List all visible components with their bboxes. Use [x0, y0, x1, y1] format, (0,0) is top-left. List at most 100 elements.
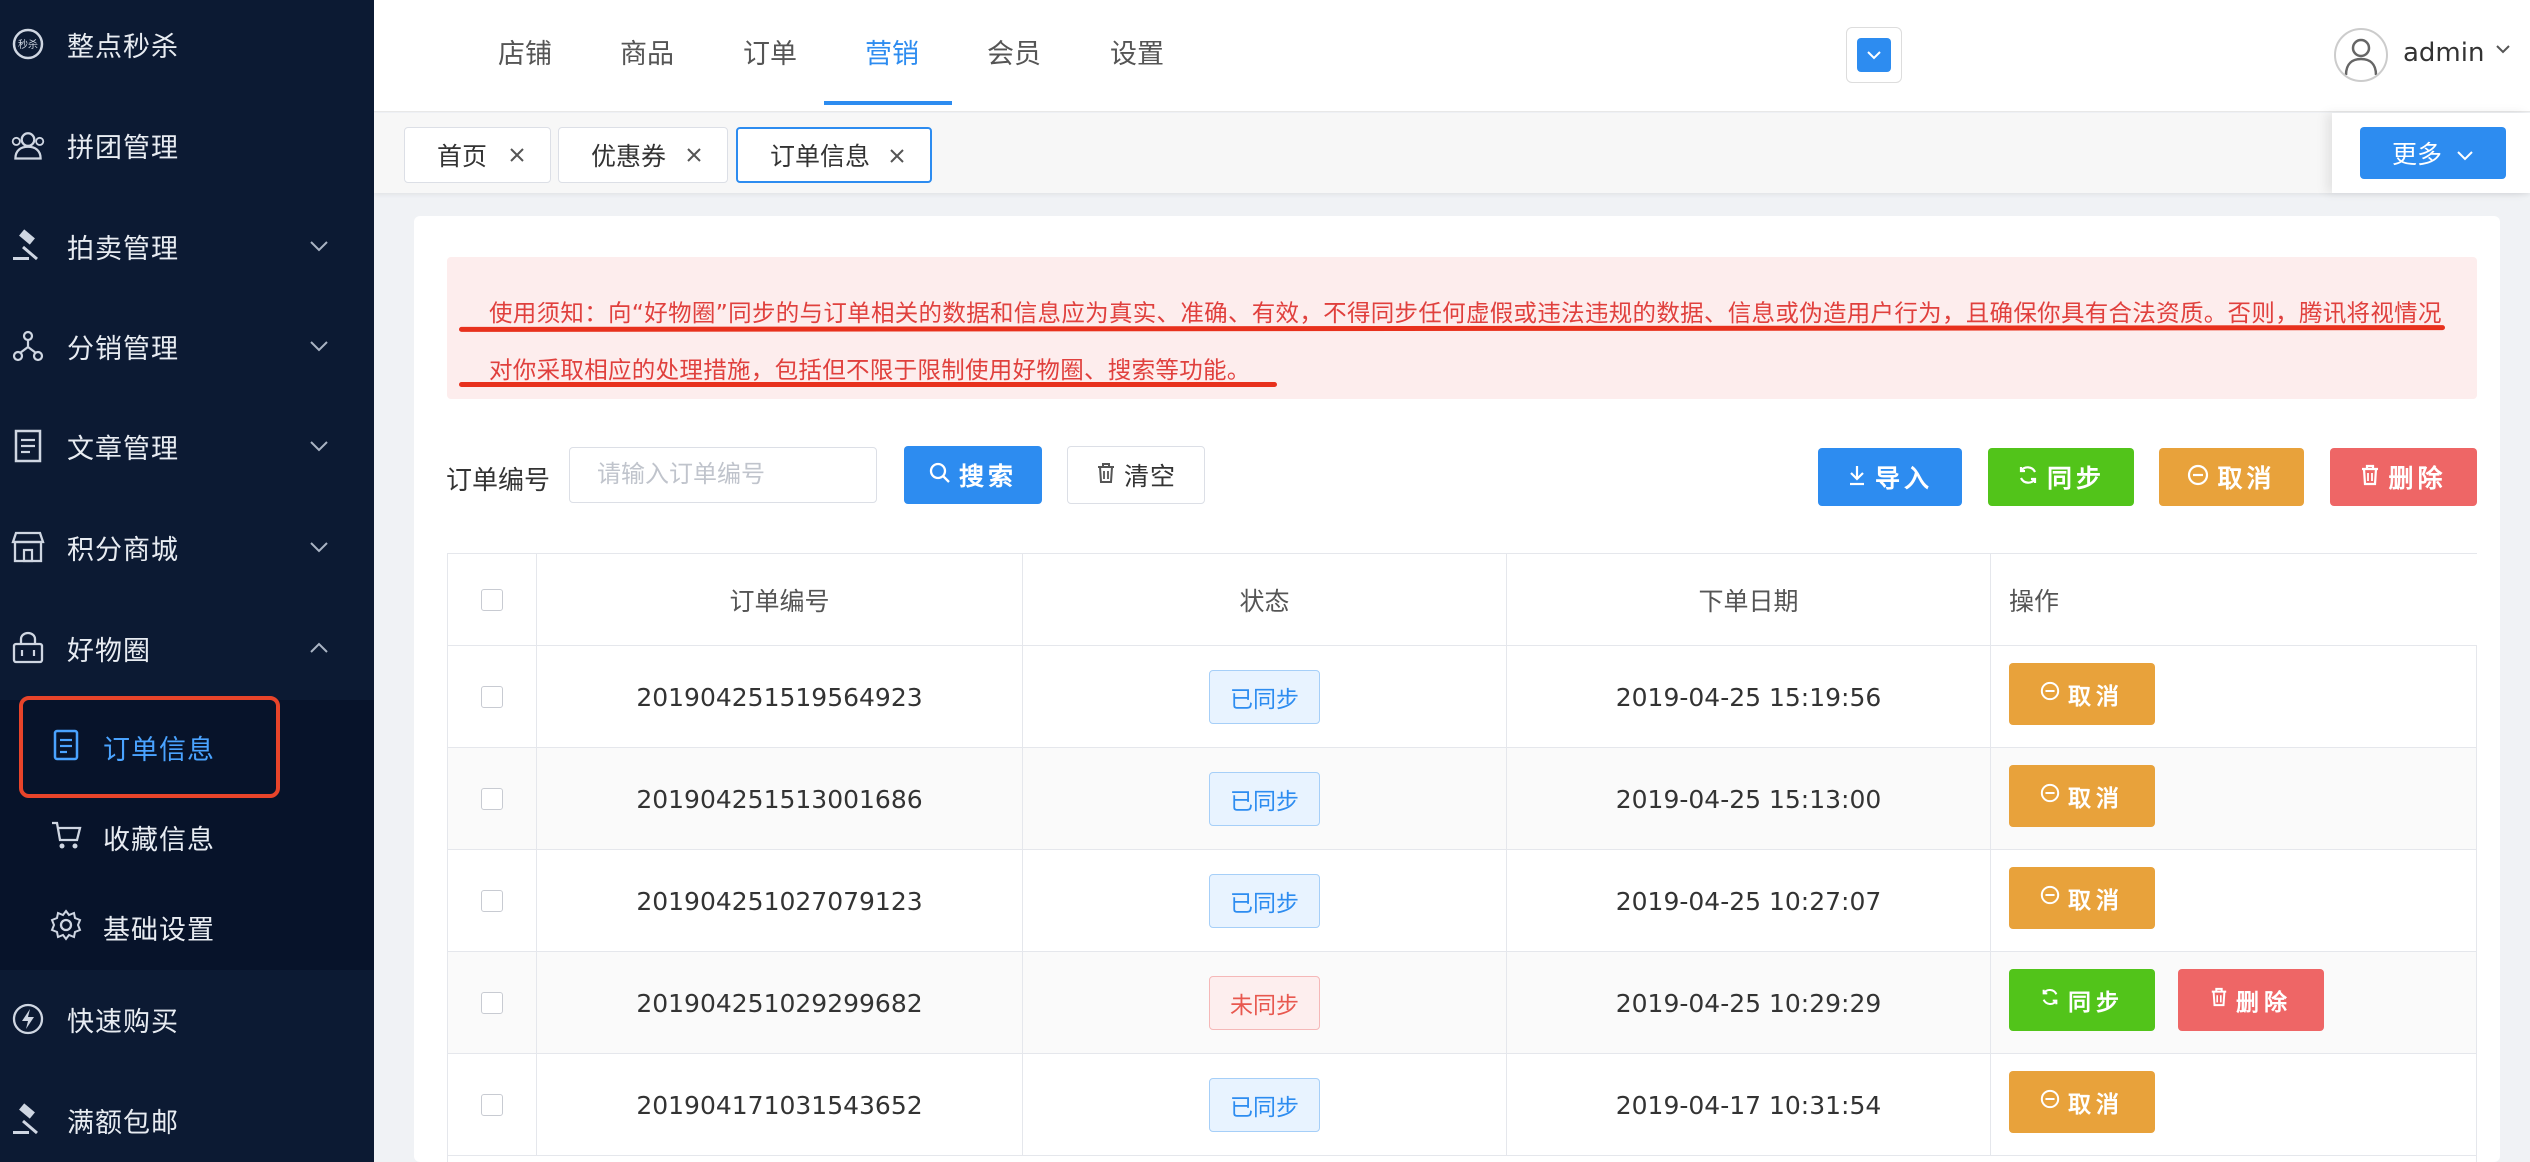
row-cancel-button[interactable]: 取消 — [2009, 765, 2155, 827]
annotation-underline — [459, 382, 1277, 387]
cancel-button-label: 取消 — [2217, 464, 2276, 493]
row-checkbox[interactable] — [481, 890, 503, 912]
trash-icon — [2210, 987, 2228, 1013]
minus-circle-icon — [2040, 783, 2060, 809]
column-header: 订单编号 — [537, 554, 1023, 646]
order-number: 201904251513001686 — [537, 748, 1023, 850]
operations-cell: 同步 删除 — [1991, 952, 2476, 1054]
sidebar-item-flash-sale[interactable]: 秒杀 整点秒杀 — [0, 0, 374, 94]
page-tab-label: 订单信息 — [770, 142, 871, 171]
operations-cell: 取消 — [1991, 850, 2476, 952]
order-date: 2019-04-25 10:27:07 — [1507, 850, 1991, 952]
search-icon — [929, 461, 951, 490]
sidebar-item-label: 拍卖管理 — [67, 233, 179, 265]
refresh-icon — [2040, 987, 2060, 1013]
active-tab-indicator — [824, 101, 952, 105]
delete-button-label: 删除 — [2388, 464, 2447, 493]
import-button[interactable]: 导入 — [1818, 448, 1962, 506]
sidebar-item-group-buy[interactable]: 拼团管理 — [0, 95, 374, 195]
sidebar-item-distribution[interactable]: 分销管理 — [0, 296, 374, 396]
status-badge: 已同步 — [1209, 772, 1320, 826]
clear-button[interactable]: 清空 — [1067, 446, 1205, 504]
nav-tab-settings[interactable]: 设置 — [1110, 32, 1164, 71]
more-button[interactable]: 更多 — [2360, 127, 2506, 179]
sidebar-item-haowuquan[interactable]: 好物圈 — [0, 598, 374, 698]
close-icon[interactable] — [504, 142, 530, 168]
svg-text:秒杀: 秒杀 — [18, 38, 38, 51]
row-cancel-button[interactable]: 取消 — [2009, 1071, 2155, 1133]
close-icon[interactable] — [884, 143, 910, 169]
user-name[interactable]: admin — [2403, 38, 2484, 68]
basket-icon — [10, 630, 46, 666]
import-button-label: 导入 — [1874, 464, 1933, 493]
cancel-button[interactable]: 取消 — [2159, 448, 2304, 506]
row-cancel-button[interactable]: 取消 — [2009, 663, 2155, 725]
minus-circle-icon — [2040, 1089, 2060, 1115]
row-checkbox[interactable] — [481, 992, 503, 1014]
sync-button[interactable]: 同步 — [1988, 448, 2134, 506]
order-no-input[interactable] — [569, 447, 877, 503]
order-no-label: 订单编号 — [446, 466, 551, 496]
order-date: 2019-04-25 10:29:29 — [1507, 952, 1991, 1054]
operations-cell: 取消 — [1991, 1054, 2476, 1156]
sidebar: 秒杀 整点秒杀 拼团管理 拍卖管理 分销管理 文章管理 积分商城 好物圈 订单信… — [0, 0, 374, 1162]
nav-tab-marketing[interactable]: 营销 — [865, 32, 919, 71]
chevron-down-icon — [1857, 38, 1891, 72]
page-tab-label: 首页 — [437, 142, 488, 171]
row-checkbox[interactable] — [481, 686, 503, 708]
highlight-box — [19, 696, 280, 798]
order-number: 201904251027079123 — [537, 850, 1023, 952]
table-row: 201904251027079123 已同步 2019-04-25 10:27:… — [448, 850, 2476, 952]
row-cancel-button[interactable]: 取消 — [2009, 867, 2155, 929]
row-button-label: 取消 — [2068, 786, 2124, 812]
order-number: 201904251029299682 — [537, 952, 1023, 1054]
gear-icon — [48, 907, 84, 943]
search-button[interactable]: 搜索 — [904, 446, 1042, 504]
download-icon — [1847, 463, 1867, 492]
chevron-down-icon[interactable] — [2494, 40, 2512, 62]
trash-icon — [1096, 461, 1116, 490]
article-icon — [10, 428, 46, 464]
avatar[interactable] — [2334, 28, 2388, 82]
page-tab-order-info[interactable]: 订单信息 — [736, 127, 932, 183]
sidebar-item-label: 分销管理 — [67, 333, 179, 365]
sidebar-item-points-mall[interactable]: 积分商城 — [0, 497, 374, 597]
page-tab-home[interactable]: 首页 — [404, 127, 551, 183]
flash-sale-icon: 秒杀 — [10, 26, 46, 62]
order-date: 2019-04-25 15:19:56 — [1507, 646, 1991, 748]
clear-button-label: 清空 — [1123, 462, 1176, 491]
order-date: 2019-04-17 10:31:54 — [1507, 1054, 1991, 1156]
nav-tab-members[interactable]: 会员 — [987, 32, 1041, 71]
row-button-label: 取消 — [2068, 1092, 2124, 1118]
nav-tab-shop[interactable]: 店铺 — [498, 32, 552, 71]
row-checkbox[interactable] — [481, 788, 503, 810]
hammer-icon — [10, 1102, 46, 1138]
theme-select[interactable] — [1846, 27, 1902, 83]
sidebar-item-label: 好物圈 — [67, 635, 151, 667]
nav-tab-orders[interactable]: 订单 — [743, 32, 797, 71]
delete-button[interactable]: 删除 — [2330, 448, 2477, 506]
table-row: 201904251513001686 已同步 2019-04-25 15:13:… — [448, 748, 2476, 850]
page-tab-coupons[interactable]: 优惠券 — [558, 127, 728, 183]
close-icon[interactable] — [681, 142, 707, 168]
sidebar-item-quick-buy[interactable]: 快速购买 — [0, 969, 374, 1069]
row-delete-button[interactable]: 删除 — [2178, 969, 2324, 1031]
network-icon — [10, 328, 46, 364]
table-row: 201904171031543652 已同步 2019-04-17 10:31:… — [448, 1054, 2476, 1156]
sidebar-subitem-label: 收藏信息 — [103, 825, 215, 856]
page-tab-label: 优惠券 — [591, 142, 667, 171]
group-icon — [10, 127, 46, 163]
sidebar-item-articles[interactable]: 文章管理 — [0, 396, 374, 496]
status-badge: 未同步 — [1209, 976, 1320, 1030]
select-all-checkbox[interactable] — [481, 588, 503, 611]
minus-circle-icon — [2187, 463, 2209, 492]
sidebar-item-auction[interactable]: 拍卖管理 — [0, 196, 374, 296]
status-badge: 已同步 — [1209, 874, 1320, 928]
page-tabs-bar: 首页 优惠券 订单信息 — [374, 113, 2530, 193]
sidebar-item-free-shipping[interactable]: 满额包邮 — [0, 1070, 374, 1162]
sidebar-subitem-favorites[interactable]: 收藏信息 — [0, 790, 374, 880]
sidebar-subitem-settings[interactable]: 基础设置 — [0, 880, 374, 970]
row-sync-button[interactable]: 同步 — [2009, 969, 2155, 1031]
row-checkbox[interactable] — [481, 1094, 503, 1116]
nav-tab-products[interactable]: 商品 — [620, 32, 674, 71]
